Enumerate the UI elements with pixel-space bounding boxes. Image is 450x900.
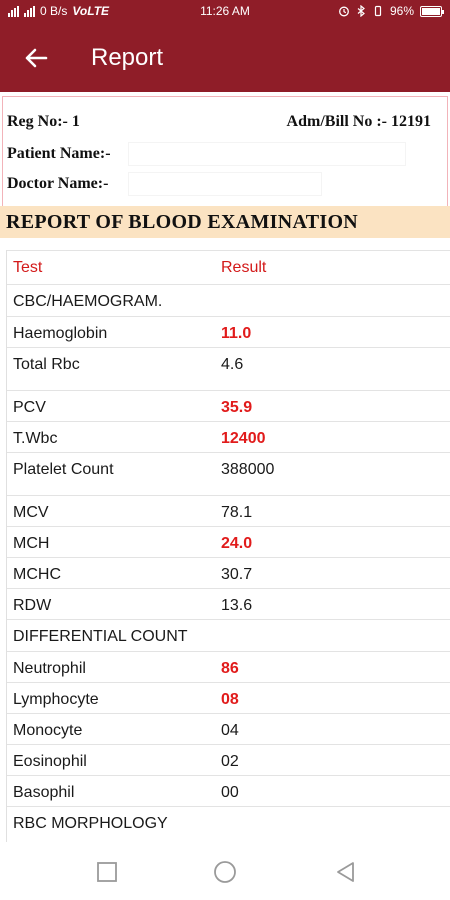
table-row: Platelet Count 388000 (7, 452, 450, 495)
table-row: Monocyte 04 (7, 713, 450, 744)
table-section-row: DIFFERENTIAL COUNT (7, 619, 450, 651)
table-row: MCV 78.1 (7, 495, 450, 526)
circle-icon[interactable] (213, 860, 237, 884)
table-row: Neutrophil 86 (7, 651, 450, 682)
test-result: 24.0 (221, 535, 253, 552)
test-name: Monocyte (13, 722, 83, 739)
test-name: T.Wbc (13, 430, 58, 447)
status-right: 96% (338, 4, 444, 18)
table-header-row: Test Result (7, 250, 450, 284)
table-row: T.Wbc 12400 (7, 421, 450, 452)
test-name: RBC MORPHOLOGY (13, 815, 168, 832)
test-result: 02 (221, 753, 239, 770)
table-section-row: RBC MORPHOLOGY (7, 806, 450, 838)
patient-name-field (129, 143, 405, 165)
table-row: RDW 13.6 (7, 588, 450, 619)
square-icon[interactable] (95, 860, 119, 884)
vibrate-icon (374, 5, 382, 17)
test-name: Platelet Count (13, 461, 114, 478)
column-header-result: Result (221, 259, 267, 276)
test-name: CBC/HAEMOGRAM. (13, 293, 163, 310)
status-bar: 0 B/s VoLTE 11:26 AM 96% (0, 0, 450, 24)
test-name: RDW (13, 597, 52, 614)
test-result: 13.6 (221, 597, 253, 614)
table-row: Eosinophil 02 (7, 744, 450, 775)
table-row: MCHC 30.7 (7, 557, 450, 588)
report-section-title: REPORT OF BLOOD EXAMINATION (0, 206, 450, 238)
navigation-bar (0, 842, 450, 900)
test-name: Haemoglobin (13, 325, 108, 342)
test-name: Basophil (13, 784, 75, 801)
results-table[interactable]: Test Result CBC/HAEMOGRAM. Haemoglobin 11.… (6, 250, 450, 842)
test-name: MCH (13, 535, 50, 552)
report-info: Reg No:- 1 Adm/Bill No :- 12191 Patient … (2, 96, 448, 206)
test-name: MCHC (13, 566, 61, 583)
table-row: Lymphocyte 08 (7, 682, 450, 713)
table-row: Haemoglobin 11.0 (7, 316, 450, 347)
test-result: 00 (221, 784, 239, 801)
patient-name-label: Patient Name:- (7, 145, 111, 162)
doctor-name-label: Doctor Name:- (7, 175, 109, 192)
table-row: Basophil 00 (7, 775, 450, 806)
test-name: Eosinophil (13, 753, 87, 770)
test-result: 78.1 (221, 504, 253, 521)
reg-no: Reg No:- 1 (7, 113, 80, 130)
test-result: 11.0 (221, 325, 252, 342)
test-name: Neutrophil (13, 660, 86, 677)
test-result: 12400 (221, 430, 266, 447)
test-name: Total Rbc (13, 356, 80, 373)
table-body: CBC/HAEMOGRAM. Haemoglobin 11.0 Total Rbc 4.… (7, 284, 450, 838)
test-result: 35.9 (221, 399, 253, 416)
battery-icon (420, 5, 444, 17)
test-result: 30.7 (221, 566, 253, 583)
doctor-name-field (129, 173, 321, 195)
test-name: DIFFERENTIAL COUNT (13, 628, 188, 645)
test-result: 388000 (221, 461, 275, 478)
alarm-icon (339, 6, 349, 17)
table-section-row: CBC/HAEMOGRAM. (7, 284, 450, 316)
test-name: MCV (13, 504, 49, 521)
test-result: 86 (221, 660, 239, 677)
table-row: MCH 24.0 (7, 526, 450, 557)
app-bar: Report (0, 24, 450, 92)
test-result: 4.6 (221, 356, 244, 373)
triangle-back-icon[interactable] (334, 860, 358, 884)
test-result: 08 (221, 691, 239, 708)
test-name: Lymphocyte (13, 691, 99, 708)
test-result: 04 (221, 722, 239, 739)
adm-bill-no: Adm/Bill No :- 12191 (286, 113, 431, 130)
arrow-left-icon[interactable] (20, 42, 52, 74)
test-name: PCV (13, 399, 46, 416)
page-title: Report (91, 44, 164, 71)
table-row: PCV 35.9 (7, 390, 450, 421)
bluetooth-icon (357, 5, 365, 17)
battery-percent: 96% (389, 4, 414, 18)
column-header-test: Test (13, 259, 43, 276)
table-row: Total Rbc 4.6 (7, 347, 450, 390)
